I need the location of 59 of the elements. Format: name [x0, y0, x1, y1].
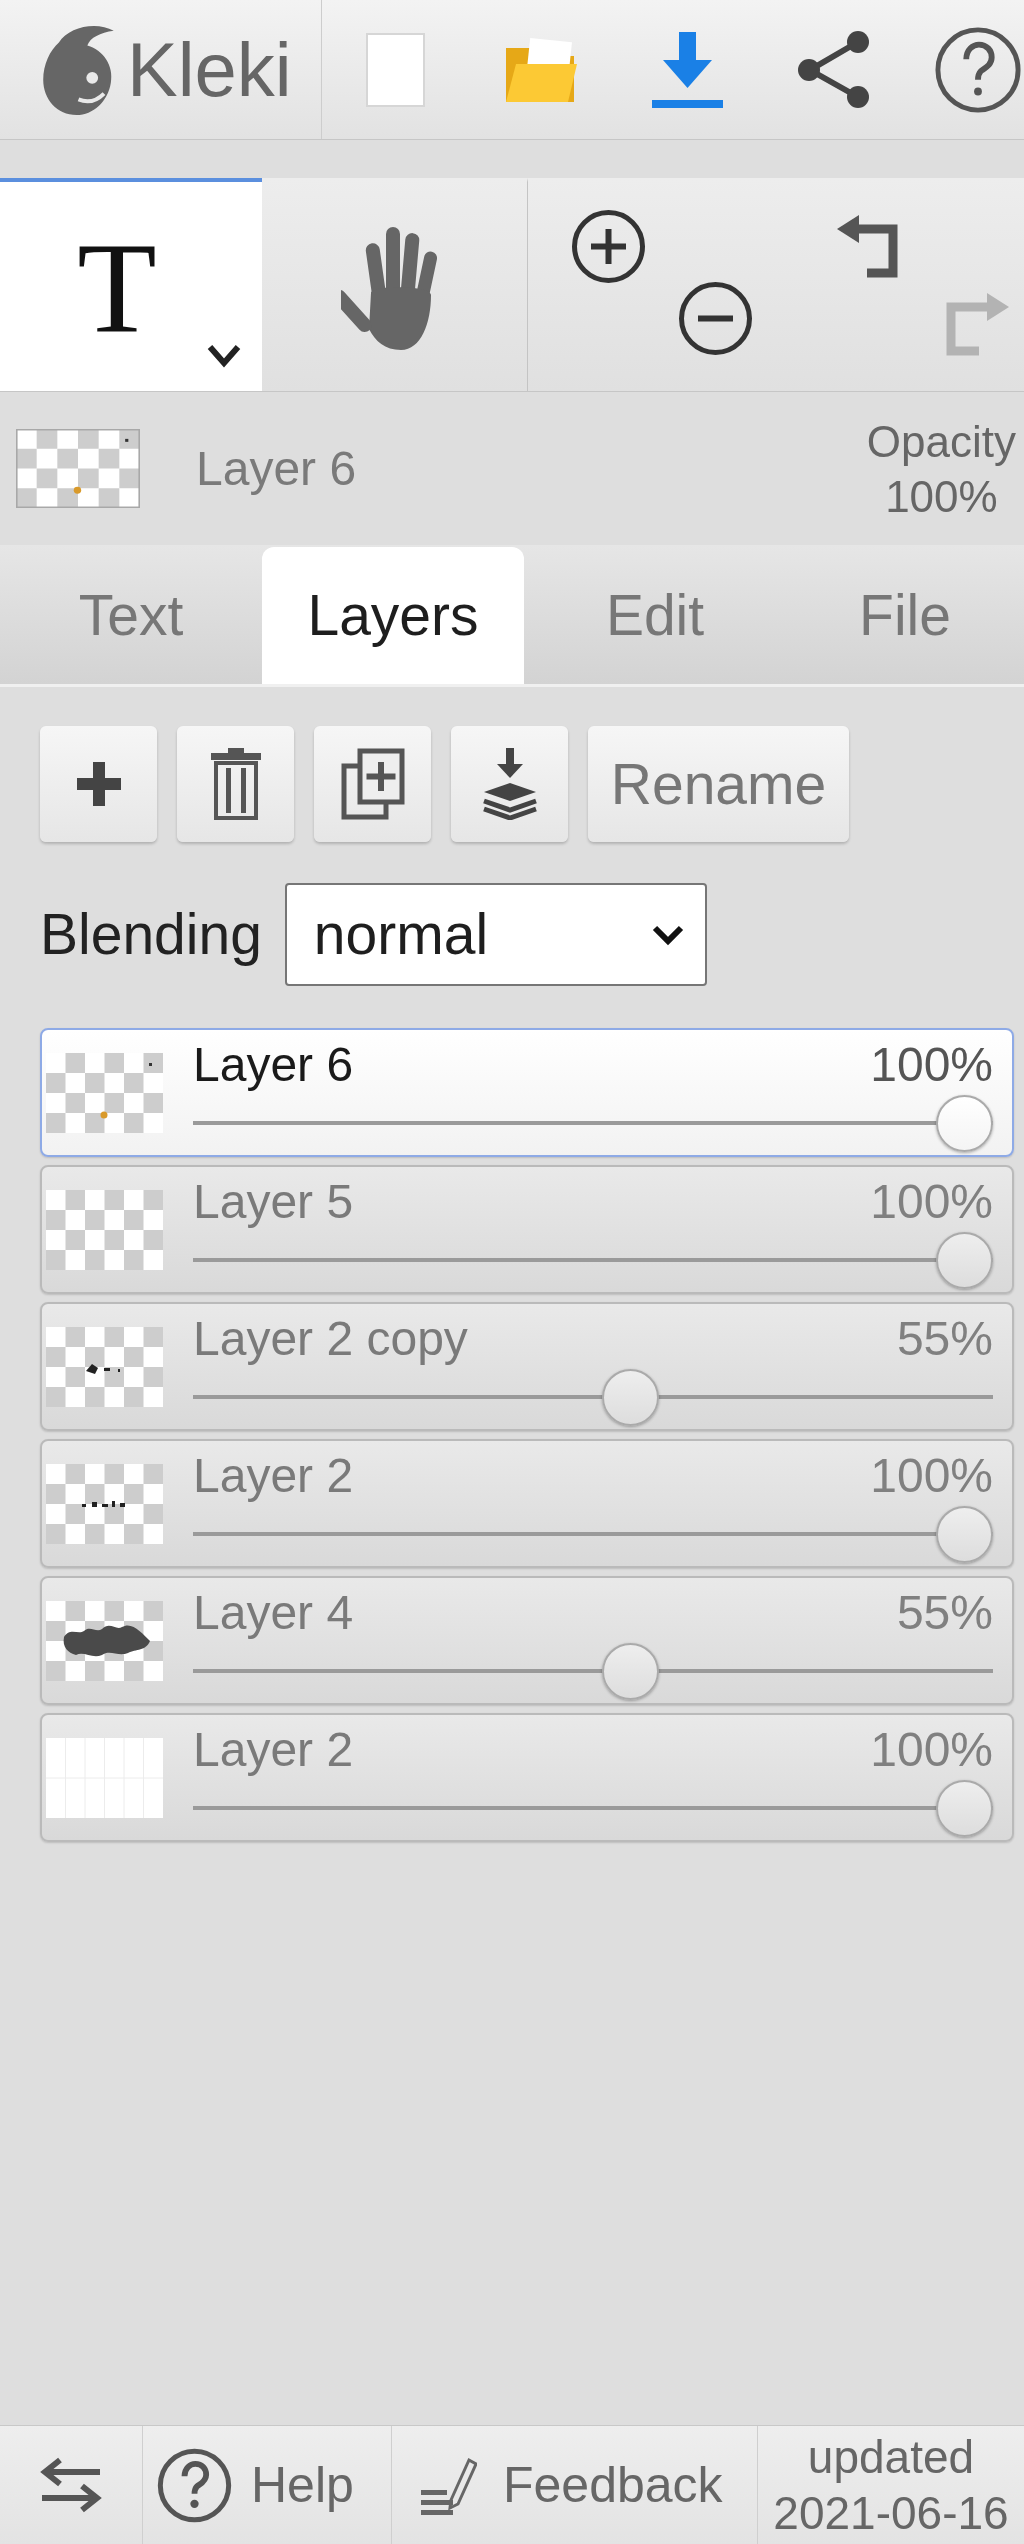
share-icon — [795, 30, 871, 109]
zoom-in-icon — [571, 209, 646, 284]
layer-opacity: 55% — [896, 1589, 993, 1637]
panel-tab[interactable]: Layers — [262, 547, 524, 684]
help-icon — [934, 25, 1022, 114]
layer-opacity: 55% — [896, 1315, 993, 1363]
layer-row[interactable]: Layer 6 100% — [40, 1028, 1014, 1157]
layer-row[interactable]: Layer 2 100% — [40, 1713, 1014, 1842]
layer-row[interactable]: Layer 5 100% — [40, 1165, 1014, 1294]
zoom-out-icon — [678, 281, 753, 356]
layer-row[interactable]: Layer 2 copy 55% — [40, 1302, 1014, 1431]
blending-select[interactable]: normal — [284, 883, 707, 986]
layer-row[interactable]: Layer 2 100% — [40, 1439, 1014, 1568]
layer-opacity: 100% — [870, 1041, 993, 1089]
duplicate-layer-button[interactable] — [314, 726, 431, 842]
slider-thumb[interactable] — [601, 1643, 659, 1700]
feedback-link[interactable]: Feedback — [392, 2426, 758, 2544]
slider-thumb[interactable] — [936, 1780, 993, 1837]
layer-opacity: 100% — [870, 1726, 993, 1774]
slider-thumb[interactable] — [601, 1369, 659, 1426]
slider-thumb[interactable] — [936, 1232, 993, 1289]
chevron-down-icon — [650, 923, 685, 946]
layer-name: Layer 2 copy — [193, 1315, 468, 1363]
duplicate-icon — [340, 748, 405, 820]
rename-button[interactable]: Rename — [588, 726, 849, 842]
blank-page-icon — [365, 32, 425, 107]
plus-icon — [76, 762, 121, 806]
slider-thumb[interactable] — [936, 1506, 993, 1563]
delete-layer-button[interactable] — [177, 726, 294, 842]
updated-label: updated — [807, 2430, 975, 2485]
text-tool-button[interactable]: T — [0, 178, 262, 391]
panel-tab[interactable]: File — [786, 547, 1024, 684]
logo-text: Kleki — [127, 31, 292, 108]
pencil-lines-icon — [421, 2455, 477, 2515]
layer-name: Layer 2 — [193, 1726, 354, 1774]
layer-name: Layer 4 — [193, 1589, 354, 1637]
opacity-label: Opacity — [866, 415, 1016, 468]
layer-opacity: 100% — [870, 1178, 993, 1226]
updated-date: 2021-06-16 — [773, 2486, 1009, 2541]
current-layer-name: Layer 6 — [196, 444, 357, 493]
merge-down-button[interactable] — [451, 726, 568, 842]
zoom-out-button[interactable] — [678, 281, 753, 356]
chevron-down-icon — [206, 343, 242, 369]
layer-name: Layer 2 — [193, 1452, 354, 1500]
slider-thumb[interactable] — [936, 1095, 993, 1152]
help-icon — [157, 2447, 232, 2523]
swap-arrows-icon — [38, 2456, 104, 2514]
help-link[interactable]: Help — [143, 2426, 392, 2544]
add-layer-button[interactable] — [40, 726, 157, 842]
trash-icon — [210, 748, 261, 820]
layer-name: Layer 5 — [193, 1178, 354, 1226]
layer-row[interactable]: Layer 4 55% — [40, 1576, 1014, 1705]
layer-opacity: 100% — [870, 1452, 993, 1500]
zoom-in-button[interactable] — [571, 209, 646, 284]
panel-tab[interactable]: Text — [0, 547, 262, 684]
panel-tab[interactable]: Edit — [524, 547, 786, 684]
layer-name: Layer 6 — [193, 1041, 354, 1089]
opacity-value: 100% — [885, 470, 998, 523]
download-icon — [651, 31, 723, 108]
